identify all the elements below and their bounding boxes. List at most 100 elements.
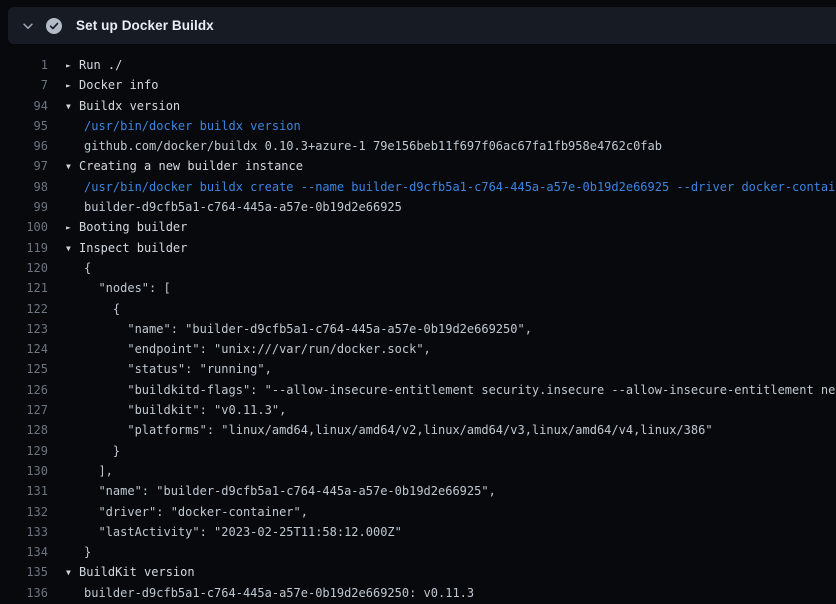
line-number[interactable]: 133: [0, 522, 48, 542]
step-title: Set up Docker Buildx: [76, 18, 214, 33]
log-line-row: 124 "endpoint": "unix:///var/run/docker.…: [0, 339, 836, 359]
line-number[interactable]: 94: [0, 96, 48, 116]
log-line-row: 120 {: [0, 258, 836, 278]
check-circle-icon: [46, 18, 62, 34]
output-text: "platforms": "linux/amd64,linux/amd64/v2…: [66, 420, 713, 440]
line-number[interactable]: 98: [0, 177, 48, 197]
line-number[interactable]: 122: [0, 299, 48, 319]
line-number[interactable]: 124: [0, 339, 48, 359]
output-text: builder-d9cfb5a1-c764-445a-a57e-0b19d2e6…: [66, 197, 402, 217]
line-number[interactable]: 119: [0, 238, 48, 258]
output-text: github.com/docker/buildx 0.10.3+azure-1 …: [66, 136, 662, 156]
triangle-right-icon: ►: [66, 218, 79, 237]
triangle-down-icon: ▼: [66, 563, 79, 582]
line-number[interactable]: 121: [0, 278, 48, 298]
output-text: "nodes": [: [66, 278, 171, 298]
line-number[interactable]: 100: [0, 217, 48, 237]
line-number[interactable]: 95: [0, 116, 48, 136]
log-group-row[interactable]: 94 ▼Buildx version: [0, 96, 836, 116]
log-line-row: 132 "driver": "docker-container",: [0, 502, 836, 522]
log-line-row: 136 builder-d9cfb5a1-c764-445a-a57e-0b19d…: [0, 583, 836, 603]
log-line-row: 99 builder-d9cfb5a1-c764-445a-a57e-0b19d2…: [0, 197, 836, 217]
group-header: ▼Creating a new builder instance: [66, 156, 303, 176]
line-number[interactable]: 136: [0, 583, 48, 603]
line-number[interactable]: 130: [0, 461, 48, 481]
line-number[interactable]: 127: [0, 400, 48, 420]
output-text: }: [66, 441, 120, 461]
command-text: /usr/bin/docker buildx version: [66, 116, 301, 136]
group-header: ▼BuildKit version: [66, 562, 195, 582]
line-number[interactable]: 97: [0, 156, 48, 176]
command-text: /usr/bin/docker buildx create --name bui…: [66, 177, 836, 197]
output-text: "buildkitd-flags": "--allow-insecure-ent…: [66, 380, 836, 400]
triangle-down-icon: ▼: [66, 157, 79, 176]
log-container: 1►Run ./7►Docker info94▼Buildx version95…: [0, 44, 836, 604]
log-group-row[interactable]: 135 ▼BuildKit version: [0, 562, 836, 582]
line-number[interactable]: 134: [0, 542, 48, 562]
output-text: {: [66, 299, 120, 319]
log-line-row: 130 ],: [0, 461, 836, 481]
log-line-row: 123 "name": "builder-d9cfb5a1-c764-445a-…: [0, 319, 836, 339]
output-text: ],: [66, 461, 113, 481]
output-text: "name": "builder-d9cfb5a1-c764-445a-a57e…: [66, 481, 496, 501]
line-number[interactable]: 132: [0, 502, 48, 522]
log-line-row: 128 "platforms": "linux/amd64,linux/amd6…: [0, 420, 836, 440]
group-header: ►Booting builder: [66, 217, 187, 237]
line-number[interactable]: 120: [0, 258, 48, 278]
line-number[interactable]: 126: [0, 380, 48, 400]
log-group-row[interactable]: 97 ▼Creating a new builder instance: [0, 156, 836, 176]
log-group-row[interactable]: 100 ►Booting builder: [0, 217, 836, 237]
output-text: "driver": "docker-container",: [66, 502, 308, 522]
output-text: "status": "running",: [66, 359, 272, 379]
triangle-down-icon: ▼: [66, 239, 79, 258]
line-number[interactable]: 123: [0, 319, 48, 339]
log-group-row[interactable]: 7 ►Docker info: [0, 75, 836, 95]
log-line-row: 121 "nodes": [: [0, 278, 836, 298]
group-header: ►Run ./: [66, 55, 122, 75]
line-number[interactable]: 125: [0, 359, 48, 379]
line-number[interactable]: 128: [0, 420, 48, 440]
group-label: BuildKit version: [79, 565, 195, 579]
triangle-right-icon: ►: [66, 56, 79, 75]
log-group-row[interactable]: 119 ▼Inspect builder: [0, 238, 836, 258]
log-line-row: 131 "name": "builder-d9cfb5a1-c764-445a-…: [0, 481, 836, 501]
log-line-row: 126 "buildkitd-flags": "--allow-insecure…: [0, 380, 836, 400]
triangle-right-icon: ►: [66, 76, 79, 95]
line-number[interactable]: 7: [0, 75, 48, 95]
triangle-down-icon: ▼: [66, 97, 79, 116]
group-header: ▼Inspect builder: [66, 238, 187, 258]
output-text: {: [66, 258, 91, 278]
group-header: ►Docker info: [66, 75, 158, 95]
log-line-row: 95/usr/bin/docker buildx version: [0, 116, 836, 136]
log-line-row: 122 {: [0, 299, 836, 319]
log-line-row: 125 "status": "running",: [0, 359, 836, 379]
log-line-row: 134}: [0, 542, 836, 562]
group-label: Run ./: [79, 58, 122, 72]
step-header[interactable]: Set up Docker Buildx: [8, 7, 836, 44]
line-number[interactable]: 135: [0, 562, 48, 582]
line-number[interactable]: 96: [0, 136, 48, 156]
log-line-row: 133 "lastActivity": "2023-02-25T11:58:12…: [0, 522, 836, 542]
output-text: "name": "builder-d9cfb5a1-c764-445a-a57e…: [66, 319, 532, 339]
group-label: Booting builder: [79, 220, 187, 234]
group-label: Creating a new builder instance: [79, 159, 303, 173]
output-text: builder-d9cfb5a1-c764-445a-a57e-0b19d2e6…: [66, 583, 474, 603]
line-number[interactable]: 129: [0, 441, 48, 461]
output-text: "endpoint": "unix:///var/run/docker.sock…: [66, 339, 431, 359]
group-label: Buildx version: [79, 99, 180, 113]
log-line-row: 98/usr/bin/docker buildx create --name b…: [0, 177, 836, 197]
chevron-down-icon[interactable]: [21, 19, 35, 33]
output-text: "lastActivity": "2023-02-25T11:58:12.000…: [66, 522, 402, 542]
log-line-row: 96 github.com/docker/buildx 0.10.3+azure-…: [0, 136, 836, 156]
log-line-row: 129 }: [0, 441, 836, 461]
line-number[interactable]: 99: [0, 197, 48, 217]
output-text: }: [66, 542, 91, 562]
group-label: Inspect builder: [79, 241, 187, 255]
line-number[interactable]: 1: [0, 55, 48, 75]
output-text: "buildkit": "v0.11.3",: [66, 400, 286, 420]
group-header: ▼Buildx version: [66, 96, 180, 116]
line-number[interactable]: 131: [0, 481, 48, 501]
log-group-row[interactable]: 1 ►Run ./: [0, 55, 836, 75]
log-line-row: 127 "buildkit": "v0.11.3",: [0, 400, 836, 420]
group-label: Docker info: [79, 78, 158, 92]
